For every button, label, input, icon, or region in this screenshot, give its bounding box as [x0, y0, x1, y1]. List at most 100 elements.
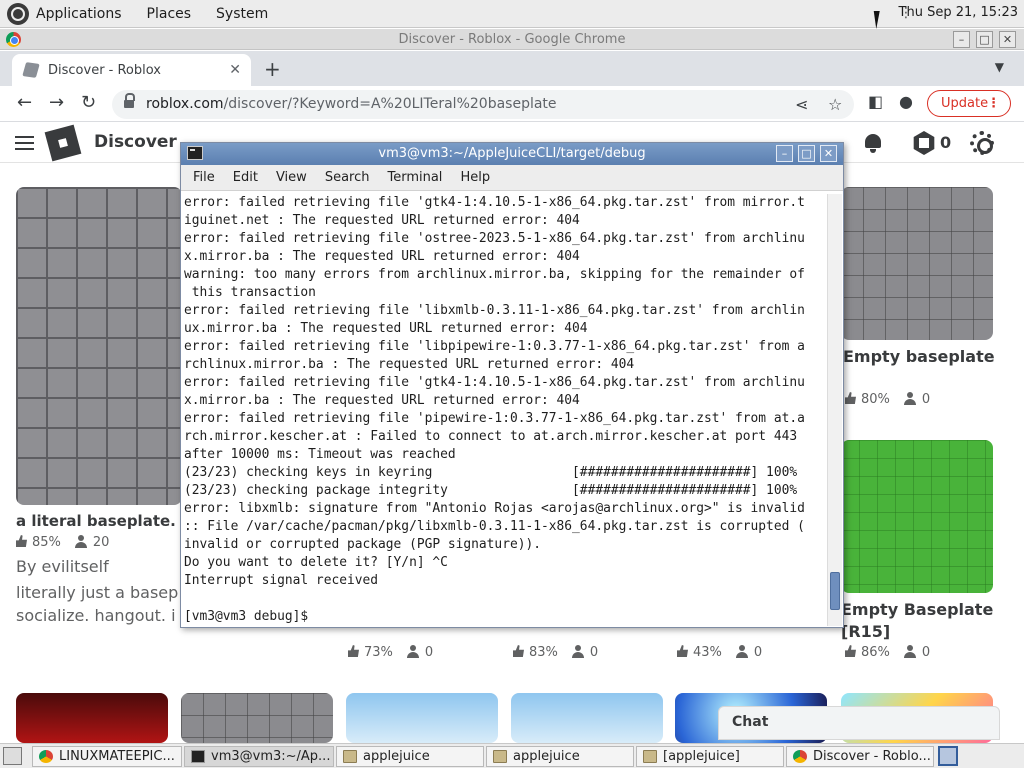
- thumbs-up-icon: [513, 645, 524, 657]
- terminal-line: error: failed retrieving file 'ostree-20…: [184, 231, 805, 246]
- lock-icon[interactable]: [124, 93, 135, 109]
- profile-avatar-icon[interactable]: ●: [899, 92, 913, 111]
- task-label: vm3@vm3:~/Ap...: [211, 749, 331, 764]
- thumbs-up-icon: [845, 392, 856, 404]
- panel-clock[interactable]: Thu Sep 21, 15:23: [899, 5, 1018, 20]
- chat-panel[interactable]: Chat: [718, 706, 1000, 740]
- terminal-titlebar[interactable]: vm3@vm3:~/AppleJuiceCLI/target/debug – □…: [181, 143, 843, 165]
- thumbs-up-icon: [845, 645, 856, 657]
- player-count-icon: [571, 645, 584, 658]
- game-thumbnail[interactable]: [841, 187, 993, 340]
- terminal-line: error: failed retrieving file 'pipewire-…: [184, 411, 805, 426]
- game-thumbnail[interactable]: [16, 693, 168, 743]
- chrome-window-titlebar: Discover - Roblox - Google Chrome – □ ✕: [0, 29, 1024, 50]
- game-title[interactable]: Empty Baseplate: [841, 600, 993, 619]
- terminal-maximize-icon[interactable]: □: [798, 145, 815, 162]
- maximize-icon[interactable]: □: [976, 31, 993, 48]
- chrome-icon: [39, 750, 53, 763]
- player-count-icon: [74, 535, 87, 548]
- game-thumbnail[interactable]: [181, 693, 333, 743]
- terminal-line: invalid or corrupted package (PGP signat…: [184, 537, 541, 552]
- terminal-icon: [191, 750, 205, 763]
- task-folder-applejuice-2[interactable]: applejuice: [486, 746, 634, 767]
- terminal-output[interactable]: error: failed retrieving file 'gtk4-1:4.…: [184, 194, 826, 626]
- terminal-line: error: failed retrieving file 'libpipewi…: [184, 339, 805, 354]
- game-stats: 80% 0: [845, 392, 930, 407]
- game-stats: 73% 0: [348, 645, 433, 660]
- terminal-scrollbar[interactable]: [827, 194, 842, 626]
- menu-places[interactable]: Places: [147, 6, 192, 22]
- player-count: 0: [921, 392, 931, 407]
- tab-close-icon[interactable]: ✕: [229, 62, 241, 78]
- player-count: 0: [589, 645, 599, 660]
- chrome-window-title: Discover - Roblox - Google Chrome: [398, 32, 626, 47]
- player-count-icon: [406, 645, 419, 658]
- nav-discover[interactable]: Discover: [94, 132, 177, 152]
- menu-file[interactable]: File: [193, 170, 215, 185]
- menu-help[interactable]: Help: [460, 170, 490, 185]
- creator-name[interactable]: By evilitself: [16, 557, 109, 576]
- terminal-line: ux.mirror.ba : The requested URL returne…: [184, 321, 588, 336]
- reload-icon[interactable]: ↻: [81, 92, 96, 113]
- side-panel-icon[interactable]: ◧: [868, 92, 883, 111]
- terminal-line: x.mirror.ba : The requested URL returned…: [184, 393, 580, 408]
- terminal-line: error: failed retrieving file 'gtk4-1:4.…: [184, 375, 805, 390]
- more-menu-icon: ⋮: [987, 96, 1000, 111]
- menu-system[interactable]: System: [216, 6, 268, 22]
- share-icon[interactable]: ⋖: [795, 95, 808, 114]
- game-thumbnail[interactable]: [841, 440, 993, 593]
- tab-title: Discover - Roblox: [48, 62, 162, 78]
- player-count-icon: [735, 645, 748, 658]
- game-title-line-2[interactable]: [R15]: [841, 622, 890, 641]
- show-desktop-icon[interactable]: [3, 747, 22, 765]
- terminal-scrollbar-thumb[interactable]: [830, 572, 840, 610]
- menu-edit[interactable]: Edit: [233, 170, 258, 185]
- tab-search-chevron-down-icon[interactable]: ▼: [995, 60, 1004, 74]
- notification-bell-icon[interactable]: [863, 132, 883, 154]
- hamburger-menu-icon[interactable]: [15, 136, 34, 150]
- task-label: LINUXMATEEPIC...: [59, 749, 175, 764]
- settings-gear-icon[interactable]: [970, 131, 994, 155]
- game-thumbnail[interactable]: [16, 187, 182, 505]
- workspace-switcher-icon[interactable]: [938, 746, 958, 766]
- player-count: 20: [92, 535, 110, 550]
- game-thumbnail[interactable]: [346, 693, 498, 743]
- new-tab-icon[interactable]: +: [264, 57, 281, 81]
- menu-search[interactable]: Search: [325, 170, 370, 185]
- task-chrome-linuxmateepic[interactable]: LINUXMATEEPIC...: [32, 746, 182, 767]
- like-ratio: 83%: [529, 645, 558, 660]
- terminal-window[interactable]: vm3@vm3:~/AppleJuiceCLI/target/debug – □…: [180, 142, 844, 628]
- update-button[interactable]: Update ⋮: [927, 90, 1011, 117]
- tab-discover-roblox[interactable]: Discover - Roblox ✕: [12, 54, 251, 86]
- bookmark-star-icon[interactable]: ☆: [828, 95, 842, 114]
- minimize-icon[interactable]: –: [953, 31, 970, 48]
- game-thumbnail[interactable]: [511, 693, 663, 743]
- roblox-logo-icon[interactable]: [44, 124, 82, 162]
- robux-icon[interactable]: [913, 131, 935, 155]
- url-text: roblox.com/discover/?Keyword=A%20LITeral…: [146, 96, 557, 112]
- task-folder-applejuice-3[interactable]: [applejuice]: [636, 746, 784, 767]
- close-icon[interactable]: ✕: [999, 31, 1016, 48]
- forward-arrow-icon[interactable]: →: [49, 92, 64, 113]
- terminal-line: this transaction: [184, 285, 316, 300]
- terminal-minimize-icon[interactable]: –: [776, 145, 793, 162]
- top-panel: Applications Places System ⋮ Thu Sep 21,…: [0, 0, 1024, 28]
- distro-logo-icon[interactable]: [7, 2, 29, 25]
- task-chrome-discover[interactable]: Discover - Roblo...: [786, 746, 934, 767]
- thumbs-up-icon: [16, 535, 27, 547]
- back-arrow-icon[interactable]: ←: [17, 92, 32, 113]
- terminal-line: iguinet.net : The requested URL returned…: [184, 213, 580, 228]
- game-title[interactable]: Empty baseplate: [843, 347, 995, 366]
- chrome-icon: [793, 750, 807, 763]
- address-bar[interactable]: roblox.com/discover/?Keyword=A%20LITeral…: [112, 90, 854, 119]
- game-description-line-1: literally just a basep: [16, 583, 179, 602]
- mouse-cursor-icon: [873, 11, 889, 29]
- task-folder-applejuice[interactable]: applejuice: [336, 746, 484, 767]
- terminal-close-icon[interactable]: ✕: [820, 145, 837, 162]
- menu-terminal[interactable]: Terminal: [387, 170, 442, 185]
- game-title[interactable]: a literal baseplate.: [16, 512, 176, 530]
- menu-view[interactable]: View: [276, 170, 307, 185]
- task-terminal[interactable]: vm3@vm3:~/Ap...: [184, 746, 334, 767]
- menu-applications[interactable]: Applications: [36, 6, 122, 22]
